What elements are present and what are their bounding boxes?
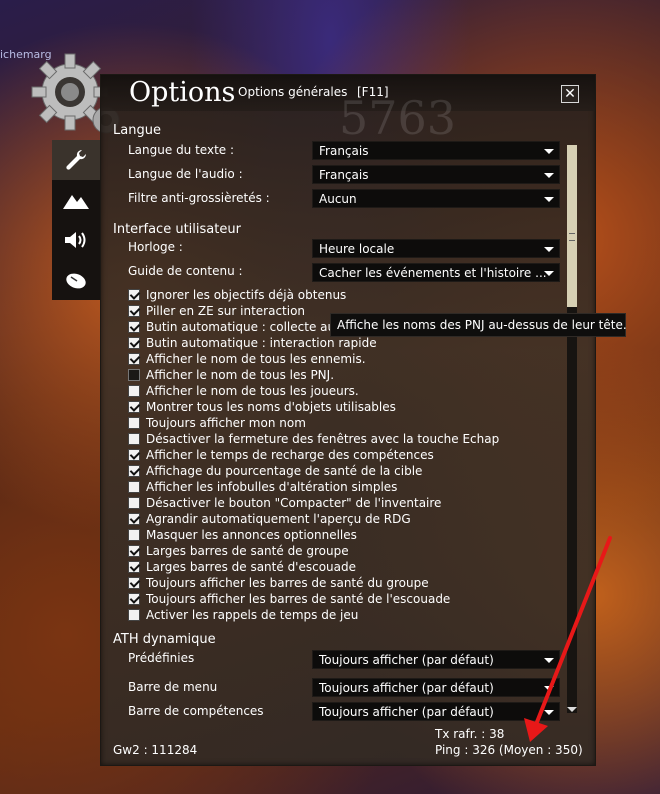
annotation-arrow-icon bbox=[524, 536, 612, 742]
